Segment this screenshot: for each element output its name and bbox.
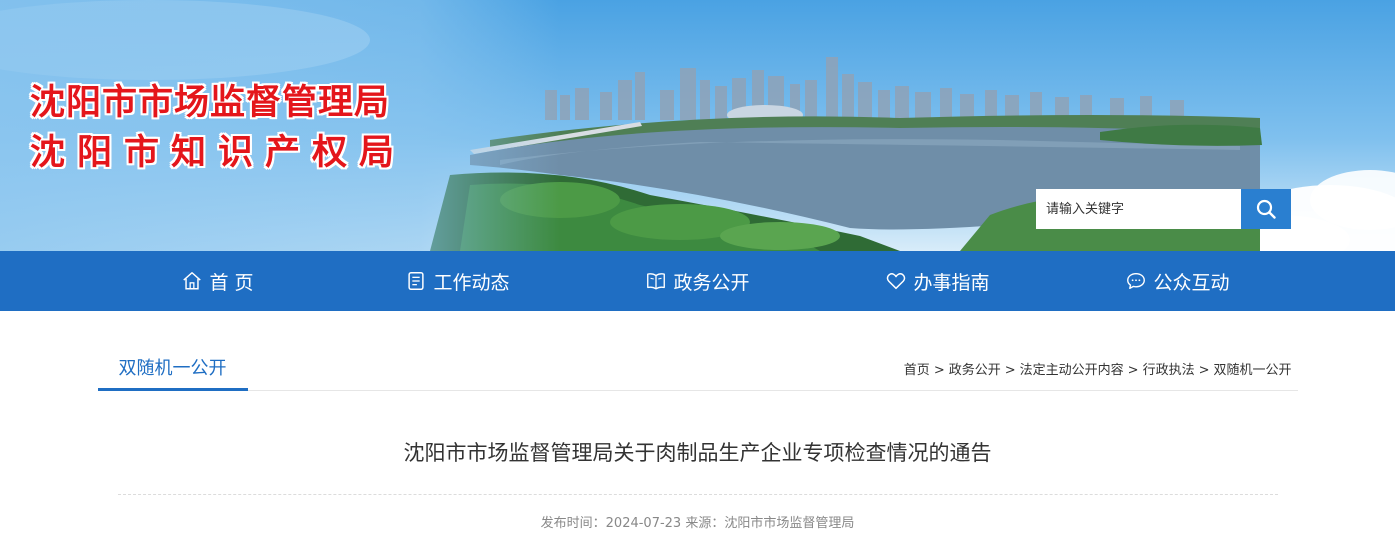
- article-meta: 发布时间：2024-07-23 来源：沈阳市市场监督管理局: [540, 516, 855, 531]
- heart-icon: [887, 273, 906, 290]
- open-book-icon: [647, 273, 666, 290]
- nav-item-public-interaction[interactable]: 公众互动: [1058, 251, 1298, 311]
- site-title-line1: 沈阳市市场监督管理局: [30, 82, 391, 123]
- nav-item-work-news[interactable]: 工作动态: [338, 251, 578, 311]
- section-tab[interactable]: 双随机一公开: [97, 351, 248, 391]
- search-box: [1036, 189, 1291, 229]
- nav-item-service-guide[interactable]: 办事指南: [818, 251, 1058, 311]
- breadcrumb-statutory-disclosure[interactable]: 法定主动公开内容: [1020, 363, 1124, 378]
- breadcrumb-gov-affairs[interactable]: 政务公开: [949, 363, 1001, 378]
- breadcrumb-home[interactable]: 首页: [904, 363, 930, 378]
- chat-bubble-icon: [1127, 272, 1146, 290]
- site-title: 沈阳市市场监督管理局 沈阳市知识产权局: [30, 78, 406, 178]
- nav-item-home[interactable]: 首 页: [98, 251, 338, 311]
- home-icon: [183, 272, 202, 290]
- document-icon: [408, 272, 425, 290]
- section-header: 双随机一公开 首页 > 政务公开 > 法定主动公开内容 > 行政执法 > 双随机一公开: [97, 351, 1298, 391]
- breadcrumb-separator: >: [1127, 363, 1139, 378]
- search-input[interactable]: [1036, 189, 1241, 229]
- breadcrumb-separator: >: [933, 363, 945, 378]
- nav-item-gov-affairs[interactable]: 政务公开: [578, 251, 818, 311]
- search-icon: [1256, 199, 1276, 219]
- breadcrumb: 首页 > 政务公开 > 法定主动公开内容 > 行政执法 > 双随机一公开: [904, 359, 1292, 378]
- nav-item-label: 工作动态: [433, 271, 510, 294]
- main-nav: 首 页 工作动态 政务公开 办事指南 公众互动: [0, 251, 1395, 311]
- search-button[interactable]: [1241, 189, 1291, 229]
- nav-item-label: 公众互动: [1153, 271, 1230, 294]
- site-title-line2: 沈阳市知识产权局: [30, 132, 407, 173]
- breadcrumb-separator: >: [1198, 363, 1210, 378]
- breadcrumb-double-random[interactable]: 双随机一公开: [1213, 363, 1291, 378]
- breadcrumb-separator: >: [1004, 363, 1016, 378]
- nav-item-label: 政务公开: [673, 271, 750, 294]
- article-title: 沈阳市市场监督管理局关于肉制品生产企业专项检查情况的通告: [403, 441, 992, 465]
- title-divider: [117, 494, 1278, 495]
- breadcrumb-admin-enforcement[interactable]: 行政执法: [1143, 363, 1195, 378]
- nav-item-label: 办事指南: [913, 271, 990, 294]
- main-content: 双随机一公开 首页 > 政务公开 > 法定主动公开内容 > 行政执法 > 双随机一公开 沈阳市市…: [97, 351, 1298, 531]
- header-banner: 沈阳市市场监督管理局 沈阳市知识产权局: [0, 0, 1395, 251]
- nav-item-label: 首 页: [209, 271, 254, 294]
